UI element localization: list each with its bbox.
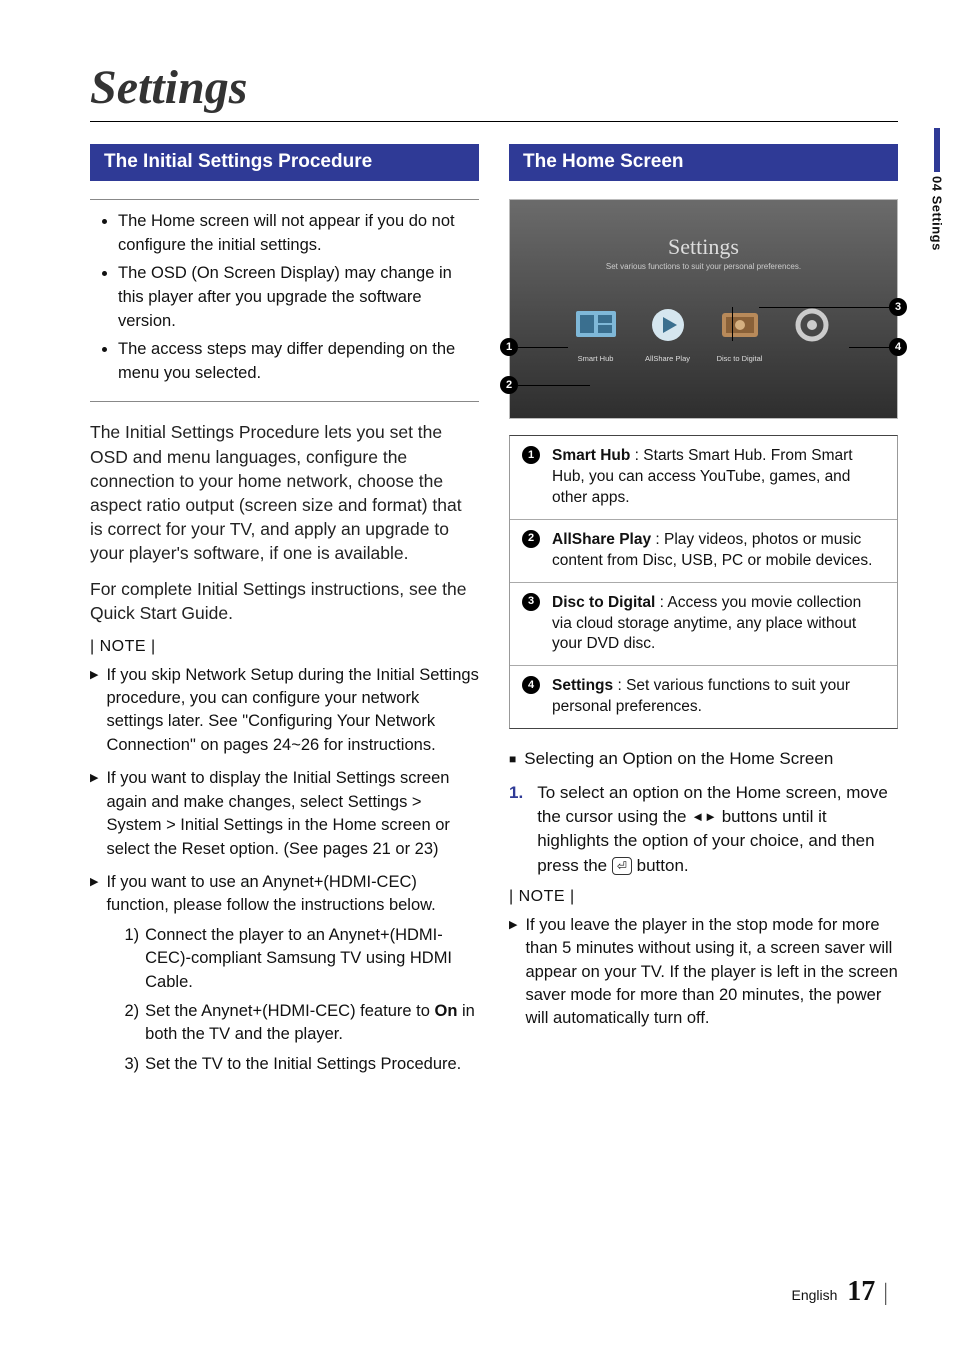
arrow-icon: ▶ bbox=[90, 767, 98, 861]
footer-language: English bbox=[791, 1287, 837, 1303]
note-item: If you want to use an Anynet+(HDMI-CEC) … bbox=[106, 873, 435, 914]
substep-number: 2) bbox=[124, 1000, 139, 1047]
page-number: 17 bbox=[847, 1276, 875, 1307]
legend-bold: Disc to Digital bbox=[552, 594, 655, 611]
callout-badge-3: 3 bbox=[889, 298, 907, 316]
callout-badge-4: 4 bbox=[889, 338, 907, 356]
page-footer: English 17 | bbox=[791, 1276, 888, 1308]
legend-badge: 1 bbox=[522, 446, 540, 464]
substep-text: Set the TV to the Initial Settings Proce… bbox=[145, 1053, 461, 1076]
intro-bullet: The OSD (On Screen Display) may change i… bbox=[118, 262, 473, 334]
legend-desc: Smart Hub : Starts Smart Hub. From Smart… bbox=[552, 446, 885, 509]
enter-button-icon: ⏎ bbox=[612, 857, 632, 875]
legend-bold: Settings bbox=[552, 677, 613, 694]
body-paragraph: The Initial Settings Procedure lets you … bbox=[90, 420, 479, 565]
body-paragraph: For complete Initial Settings instructio… bbox=[90, 577, 479, 625]
tile-caption: AllShare Play bbox=[643, 354, 693, 363]
intro-bullet: The access steps may differ depending on… bbox=[118, 338, 473, 386]
home-tile-allshare: AllShare Play bbox=[643, 305, 693, 363]
intro-bullet: The Home screen will not appear if you d… bbox=[118, 210, 473, 258]
callout-line bbox=[518, 385, 590, 386]
note-list: ▶ If you skip Network Setup during the I… bbox=[90, 664, 479, 1083]
numbered-list: 1. To select an option on the Home scree… bbox=[509, 781, 898, 878]
substep-text: Connect the player to an Anynet+(HDMI-CE… bbox=[145, 924, 479, 994]
note-item: If you leave the player in the stop mode… bbox=[525, 914, 898, 1031]
note-item: If you want to display the Initial Setti… bbox=[106, 767, 479, 861]
step-number: 1. bbox=[509, 781, 523, 878]
note-item: If you skip Network Setup during the Ini… bbox=[106, 664, 479, 758]
legend-row: 2 AllShare Play : Play videos, photos or… bbox=[510, 520, 897, 583]
legend-table: 1 Smart Hub : Starts Smart Hub. From Sma… bbox=[509, 435, 898, 729]
callout-line bbox=[518, 347, 568, 348]
legend-desc: AllShare Play : Play videos, photos or m… bbox=[552, 530, 885, 572]
substep-pre: Set the Anynet+(HDMI-CEC) feature to bbox=[145, 1002, 434, 1020]
gear-icon bbox=[790, 305, 834, 345]
note-list-right: ▶ If you leave the player in the stop mo… bbox=[509, 914, 898, 1031]
legend-bold: AllShare Play bbox=[552, 531, 651, 548]
callout-line bbox=[732, 307, 733, 341]
side-tab: 04 Settings bbox=[920, 128, 954, 251]
arrow-icon: ▶ bbox=[90, 871, 98, 1082]
arrow-icon: ▶ bbox=[90, 664, 98, 758]
title-rule bbox=[90, 121, 898, 122]
callout-line bbox=[759, 307, 889, 308]
figure-subtitle: Set various functions to suit your perso… bbox=[510, 262, 897, 271]
tile-caption: Disc to Digital bbox=[715, 354, 765, 363]
page-title: Settings bbox=[90, 60, 898, 115]
subheading-text: Selecting an Option on the Home Screen bbox=[524, 749, 833, 769]
side-tab-text: 04 Settings bbox=[930, 176, 945, 251]
tile-caption: Smart Hub bbox=[571, 354, 621, 363]
right-arrow-icon: ► bbox=[704, 808, 717, 826]
side-tab-mark bbox=[934, 128, 940, 172]
home-screen-figure: Settings Set various functions to suit y… bbox=[509, 199, 898, 419]
footer-bar: | bbox=[883, 1280, 888, 1306]
square-bullet-icon: ■ bbox=[509, 749, 516, 766]
disc-to-digital-icon bbox=[718, 305, 762, 345]
smart-hub-icon bbox=[574, 305, 618, 345]
step-text: To select an option on the Home screen, … bbox=[537, 781, 898, 878]
left-column: The Initial Settings Procedure The Home … bbox=[90, 144, 479, 1092]
figure-title: Settings bbox=[510, 200, 897, 260]
note-label: | NOTE | bbox=[90, 638, 479, 656]
legend-badge: 2 bbox=[522, 530, 540, 548]
substep-number: 1) bbox=[124, 924, 139, 994]
right-column: The Home Screen Settings Set various fun… bbox=[509, 144, 898, 1092]
callout-badge-1: 1 bbox=[500, 338, 518, 356]
legend-row: 4 Settings : Set various functions to su… bbox=[510, 666, 897, 728]
legend-desc: Disc to Digital : Access you movie colle… bbox=[552, 593, 885, 656]
substep-bold: On bbox=[434, 1002, 457, 1020]
section-header-initial: The Initial Settings Procedure bbox=[90, 144, 479, 181]
legend-desc: Settings : Set various functions to suit… bbox=[552, 676, 885, 718]
callout-line bbox=[849, 347, 889, 348]
substep-text: Set the Anynet+(HDMI-CEC) feature to On … bbox=[145, 1000, 479, 1047]
left-arrow-icon: ◄ bbox=[691, 808, 704, 826]
home-tile-disc-to-digital: Disc to Digital bbox=[715, 305, 765, 363]
legend-row: 3 Disc to Digital : Access you movie col… bbox=[510, 583, 897, 667]
home-tile-settings bbox=[787, 305, 837, 363]
legend-badge: 3 bbox=[522, 593, 540, 611]
legend-row: 1 Smart Hub : Starts Smart Hub. From Sma… bbox=[510, 436, 897, 520]
section-header-home: The Home Screen bbox=[509, 144, 898, 181]
subheading: ■ Selecting an Option on the Home Screen bbox=[509, 749, 898, 769]
intro-note-box: The Home screen will not appear if you d… bbox=[90, 199, 479, 402]
allshare-icon bbox=[646, 305, 690, 345]
callout-badge-2: 2 bbox=[500, 376, 518, 394]
legend-badge: 4 bbox=[522, 676, 540, 694]
substep-number: 3) bbox=[124, 1053, 139, 1076]
arrow-icon: ▶ bbox=[509, 914, 517, 1031]
note-label: | NOTE | bbox=[509, 888, 898, 906]
legend-bold: Smart Hub bbox=[552, 447, 630, 464]
step-post: button. bbox=[632, 856, 689, 875]
home-tile-smart-hub: Smart Hub bbox=[571, 305, 621, 363]
